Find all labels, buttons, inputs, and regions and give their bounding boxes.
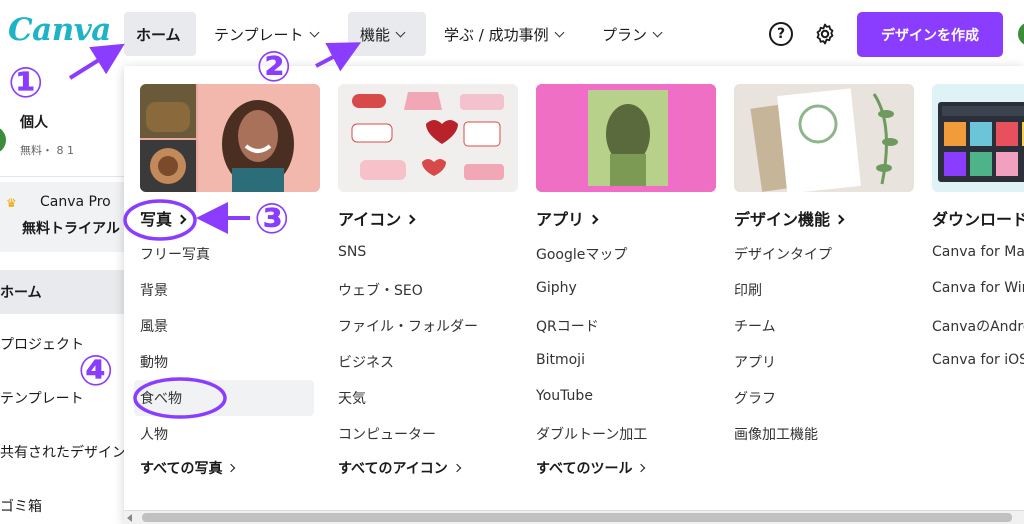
step-4-marker: ④ — [78, 346, 114, 395]
highlight-photos-ellipse — [123, 199, 197, 241]
step-3-marker: ③ — [254, 194, 290, 243]
highlight-food-ellipse — [133, 377, 227, 419]
annotation-overlay — [68, 42, 362, 419]
step-1-marker: ① — [8, 58, 44, 107]
arrow-1-icon — [68, 43, 125, 80]
step-2-marker: ② — [256, 42, 292, 91]
arrow-2-icon — [315, 42, 362, 72]
